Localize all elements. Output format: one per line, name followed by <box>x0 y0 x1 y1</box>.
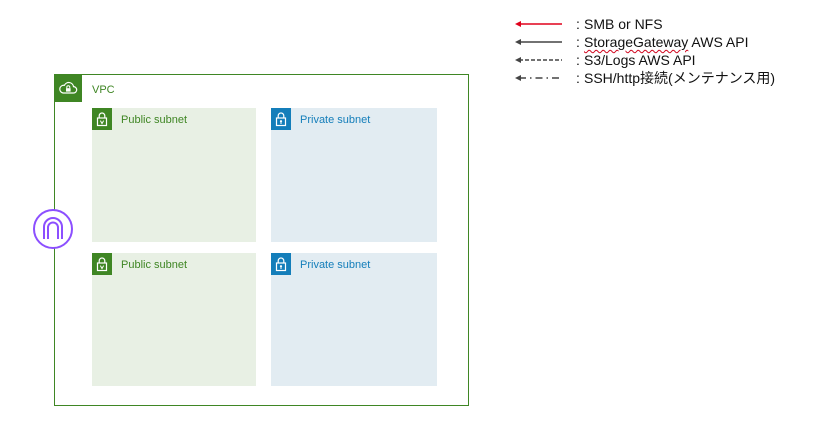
legend-separator: : <box>576 70 580 86</box>
public-subnet-1: Public subnet <box>92 108 256 242</box>
vpc-label: VPC <box>92 84 115 96</box>
legend-item-smb-nfs: : SMB or NFS <box>514 15 814 33</box>
legend-separator: : <box>576 16 580 32</box>
padlock-icon <box>271 253 291 275</box>
legend: : SMB or NFS : StorageGateway AWS API : … <box>514 15 814 87</box>
legend-label: S3/Logs AWS API <box>584 52 696 68</box>
legend-label: SMB or NFS <box>584 16 663 32</box>
subnet-label: Private subnet <box>300 114 371 126</box>
legend-arrow-s3-logs-api <box>515 57 562 63</box>
legend-arrow-ssh-http <box>515 75 562 81</box>
padlock-icon <box>271 108 291 130</box>
padlock-icon <box>92 253 112 275</box>
padlock-icon <box>92 108 112 130</box>
subnet-label: Private subnet <box>300 259 371 271</box>
legend-item-ssh-http: : SSH/http接続(メンテナンス用) <box>514 69 814 87</box>
public-subnet-2: Public subnet <box>92 253 256 386</box>
subnet-label: Public subnet <box>121 259 188 271</box>
legend-arrow-smb-nfs <box>515 21 562 27</box>
vpc-cloud-lock-icon <box>54 74 82 102</box>
legend-item-storagegateway-api: : StorageGateway AWS API <box>514 33 814 51</box>
legend-item-s3-logs-api: : S3/Logs AWS API <box>514 51 814 69</box>
legend-label: StorageGateway AWS API <box>584 34 748 50</box>
legend-label: SSH/http接続(メンテナンス用) <box>584 70 776 86</box>
internet-gateway-icon <box>33 209 73 249</box>
legend-separator: : <box>576 52 580 68</box>
subnet-label: Public subnet <box>121 114 188 126</box>
private-subnet-1: Private subnet <box>271 108 437 242</box>
legend-label-rest: AWS API <box>688 34 749 50</box>
legend-label-emphasis: StorageGateway <box>584 34 689 50</box>
private-subnet-2: Private subnet <box>271 253 437 386</box>
legend-arrow-storagegateway-api <box>515 39 562 45</box>
legend-separator: : <box>576 34 580 50</box>
